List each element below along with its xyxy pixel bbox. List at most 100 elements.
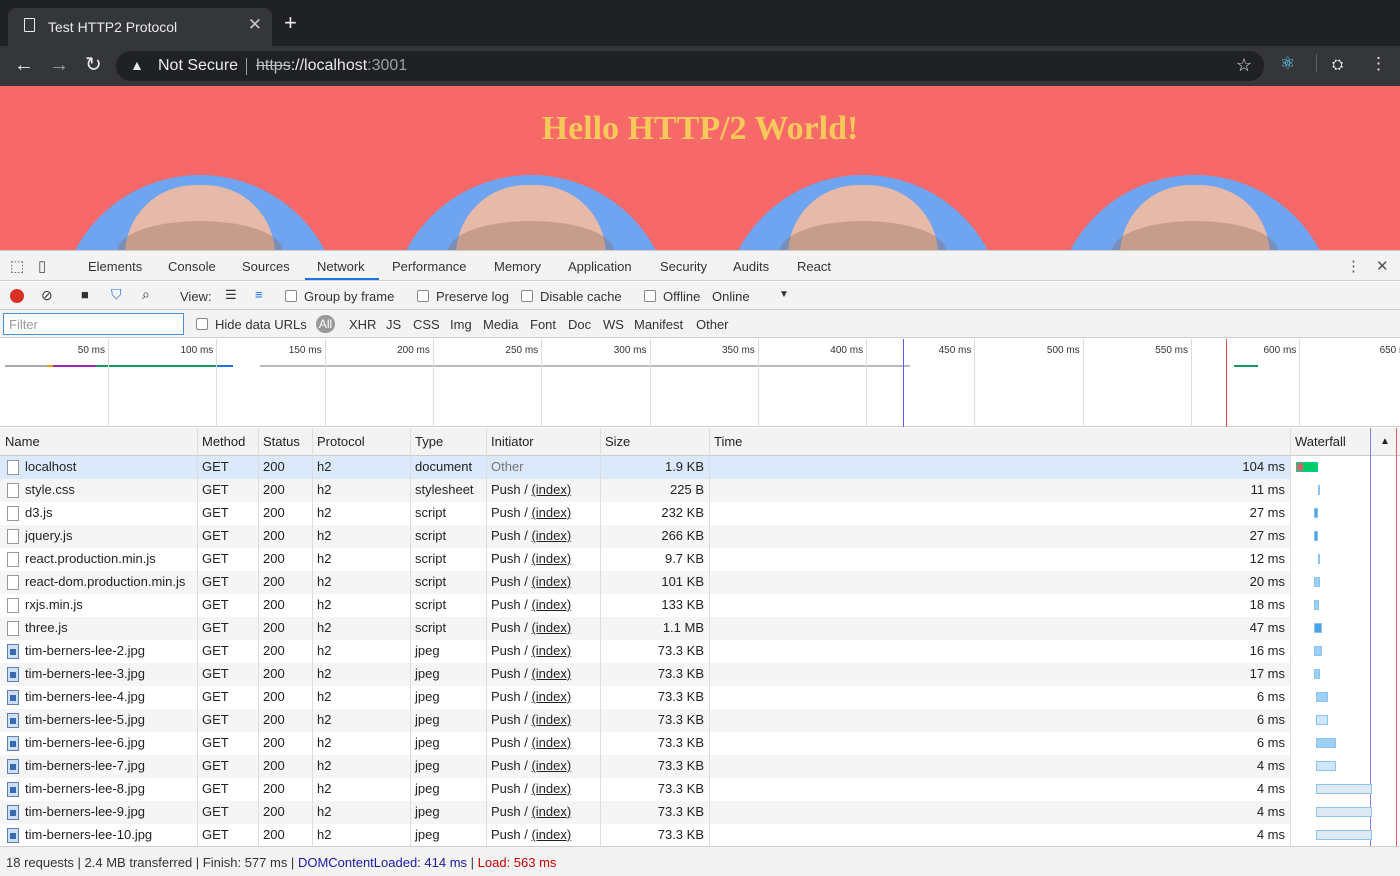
record-icon[interactable]	[10, 289, 24, 303]
filter-manifest[interactable]: Manifest	[634, 317, 683, 332]
close-tab-icon[interactable]: ✕	[248, 15, 262, 35]
tab-security[interactable]: Security	[660, 259, 707, 274]
group-by-frame-checkbox[interactable]	[285, 290, 297, 302]
table-row[interactable]: tim-berners-lee-7.jpg GET 200 h2 jpeg Push / …	[0, 755, 1290, 778]
offline-checkbox[interactable]	[644, 290, 656, 302]
list-view-icon[interactable]: ☰	[225, 287, 237, 303]
initiator-link[interactable]: (index)	[531, 620, 571, 635]
table-row[interactable]: rxjs.min.js GET 200 h2 script Push / (index) 1…	[0, 594, 1290, 617]
disable-cache-checkbox[interactable]	[521, 290, 533, 302]
tab-react[interactable]: React	[797, 259, 831, 274]
filter-img[interactable]: Img	[450, 317, 472, 332]
column-method[interactable]: Method	[202, 434, 245, 449]
clear-icon[interactable]: ⊘	[41, 287, 53, 304]
table-row[interactable]: tim-berners-lee-4.jpg GET 200 h2 jpeg Push / …	[0, 686, 1290, 709]
table-row[interactable]: tim-berners-lee-9.jpg GET 200 h2 jpeg Push / …	[0, 801, 1290, 824]
tab-elements[interactable]: Elements	[88, 259, 142, 274]
initiator-link[interactable]: (index)	[531, 528, 571, 543]
column-waterfall[interactable]: Waterfall	[1295, 434, 1346, 449]
sort-ascending-icon[interactable]: ▲	[1380, 436, 1390, 447]
devtools-menu-icon[interactable]: ⋮	[1346, 257, 1361, 275]
tab-network[interactable]: Network	[317, 259, 365, 274]
filter-input[interactable]: Filter	[3, 313, 184, 335]
search-icon[interactable]: ⌕	[142, 286, 150, 303]
filter-css[interactable]: CSS	[413, 317, 440, 332]
initiator-link[interactable]: (index)	[531, 482, 571, 497]
table-row[interactable]: tim-berners-lee-3.jpg GET 200 h2 jpeg Push / …	[0, 663, 1290, 686]
chevron-down-icon[interactable]: ▼	[779, 289, 789, 300]
initiator-link[interactable]: (index)	[531, 574, 571, 589]
device-toolbar-icon[interactable]: ▯	[38, 257, 46, 275]
preserve-log-checkbox[interactable]	[417, 290, 429, 302]
tab-sources[interactable]: Sources	[242, 259, 290, 274]
initiator-link[interactable]: (index)	[531, 758, 571, 773]
tab-performance[interactable]: Performance	[392, 259, 466, 274]
react-extension-icon[interactable]: ⚛	[1280, 54, 1295, 74]
tab-application[interactable]: Application	[568, 259, 632, 274]
initiator-link[interactable]: (index)	[531, 827, 571, 842]
initiator-link[interactable]: (index)	[531, 781, 571, 796]
back-icon[interactable]: ←	[14, 54, 34, 76]
forward-icon[interactable]: →	[49, 54, 69, 76]
filter-doc[interactable]: Doc	[568, 317, 591, 332]
tab-console[interactable]: Console	[168, 259, 216, 274]
table-row[interactable]: jquery.js GET 200 h2 script Push / (index) 266…	[0, 525, 1290, 548]
cell-time: 20 ms	[1249, 574, 1285, 589]
column-name[interactable]: Name	[5, 434, 40, 449]
reload-icon[interactable]: ↻	[85, 54, 102, 76]
table-row[interactable]: style.css GET 200 h2 stylesheet Push / (index…	[0, 479, 1290, 502]
filter-all[interactable]: All	[316, 315, 335, 333]
tab-memory[interactable]: Memory	[494, 259, 541, 274]
tab-audits[interactable]: Audits	[733, 259, 769, 274]
throttling-select[interactable]: Online	[712, 289, 750, 304]
close-devtools-icon[interactable]: ✕	[1376, 257, 1389, 275]
waterfall-view-icon[interactable]: ≡	[255, 287, 263, 302]
bookmark-star-icon[interactable]: ☆	[1236, 55, 1252, 76]
filter-other[interactable]: Other	[696, 317, 729, 332]
column-initiator[interactable]: Initiator	[491, 434, 534, 449]
filter-icon[interactable]: ⛉	[111, 286, 122, 303]
initiator-link[interactable]: (index)	[531, 804, 571, 819]
filter-js[interactable]: JS	[386, 317, 401, 332]
initiator-link[interactable]: (index)	[531, 689, 571, 704]
filter-ws[interactable]: WS	[603, 317, 624, 332]
address-bar[interactable]: ▲ Not Secure https://localhost:3001 ☆	[116, 51, 1264, 81]
column-time[interactable]: Time	[714, 434, 742, 449]
initiator-link[interactable]: (index)	[531, 505, 571, 520]
column-type[interactable]: Type	[415, 434, 443, 449]
initiator-link[interactable]: (index)	[531, 735, 571, 750]
table-row[interactable]: tim-berners-lee-8.jpg GET 200 h2 jpeg Push / …	[0, 778, 1290, 801]
initiator-link[interactable]: (index)	[531, 597, 571, 612]
new-tab-button[interactable]: +	[284, 12, 297, 34]
hide-data-urls-checkbox[interactable]	[196, 318, 208, 330]
table-row[interactable]: three.js GET 200 h2 script Push / (index) 1.1 …	[0, 617, 1290, 640]
filter-media[interactable]: Media	[483, 317, 518, 332]
table-row[interactable]: tim-berners-lee-10.jpg GET 200 h2 jpeg Push /…	[0, 824, 1290, 847]
initiator-link[interactable]: (index)	[531, 666, 571, 681]
table-row[interactable]: react-dom.production.min.js GET 200 h2 scrip…	[0, 571, 1290, 594]
inspect-element-icon[interactable]: ⬚	[10, 257, 24, 275]
table-row[interactable]: d3.js GET 200 h2 script Push / (index) 232 KB 2…	[0, 502, 1290, 525]
security-label[interactable]: Not Secure	[158, 57, 238, 75]
filter-font[interactable]: Font	[530, 317, 556, 332]
incognito-icon[interactable]: ⛭	[1332, 56, 1343, 73]
menu-kebab-icon[interactable]: ⋮	[1370, 54, 1387, 74]
url-text[interactable]: https://localhost:3001	[256, 57, 407, 75]
table-row[interactable]: tim-berners-lee-2.jpg GET 200 h2 jpeg Push / …	[0, 640, 1290, 663]
filter-xhr[interactable]: XHR	[349, 317, 376, 332]
column-size[interactable]: Size	[605, 434, 630, 449]
table-row[interactable]: tim-berners-lee-6.jpg GET 200 h2 jpeg Push / …	[0, 732, 1290, 755]
table-row[interactable]: localhost GET 200 h2 document Other 1.9 KB 104 …	[0, 456, 1290, 479]
overview-tick-label: 350 ms	[722, 345, 755, 356]
column-protocol[interactable]: Protocol	[317, 434, 365, 449]
column-status[interactable]: Status	[263, 434, 300, 449]
table-row[interactable]: tim-berners-lee-5.jpg GET 200 h2 jpeg Push / …	[0, 709, 1290, 732]
initiator-link[interactable]: (index)	[531, 643, 571, 658]
browser-tab[interactable]: Test HTTP2 Protocol ✕	[8, 8, 272, 46]
cell-name: tim-berners-lee-3.jpg	[25, 666, 145, 681]
initiator-link[interactable]: (index)	[531, 551, 571, 566]
capture-screenshots-icon[interactable]: ■	[81, 287, 89, 302]
network-overview[interactable]: 50 ms 100 ms 150 ms 200 ms 250 ms 300 ms 350 m…	[0, 339, 1400, 427]
initiator-link[interactable]: (index)	[531, 712, 571, 727]
table-row[interactable]: react.production.min.js GET 200 h2 script Pus…	[0, 548, 1290, 571]
